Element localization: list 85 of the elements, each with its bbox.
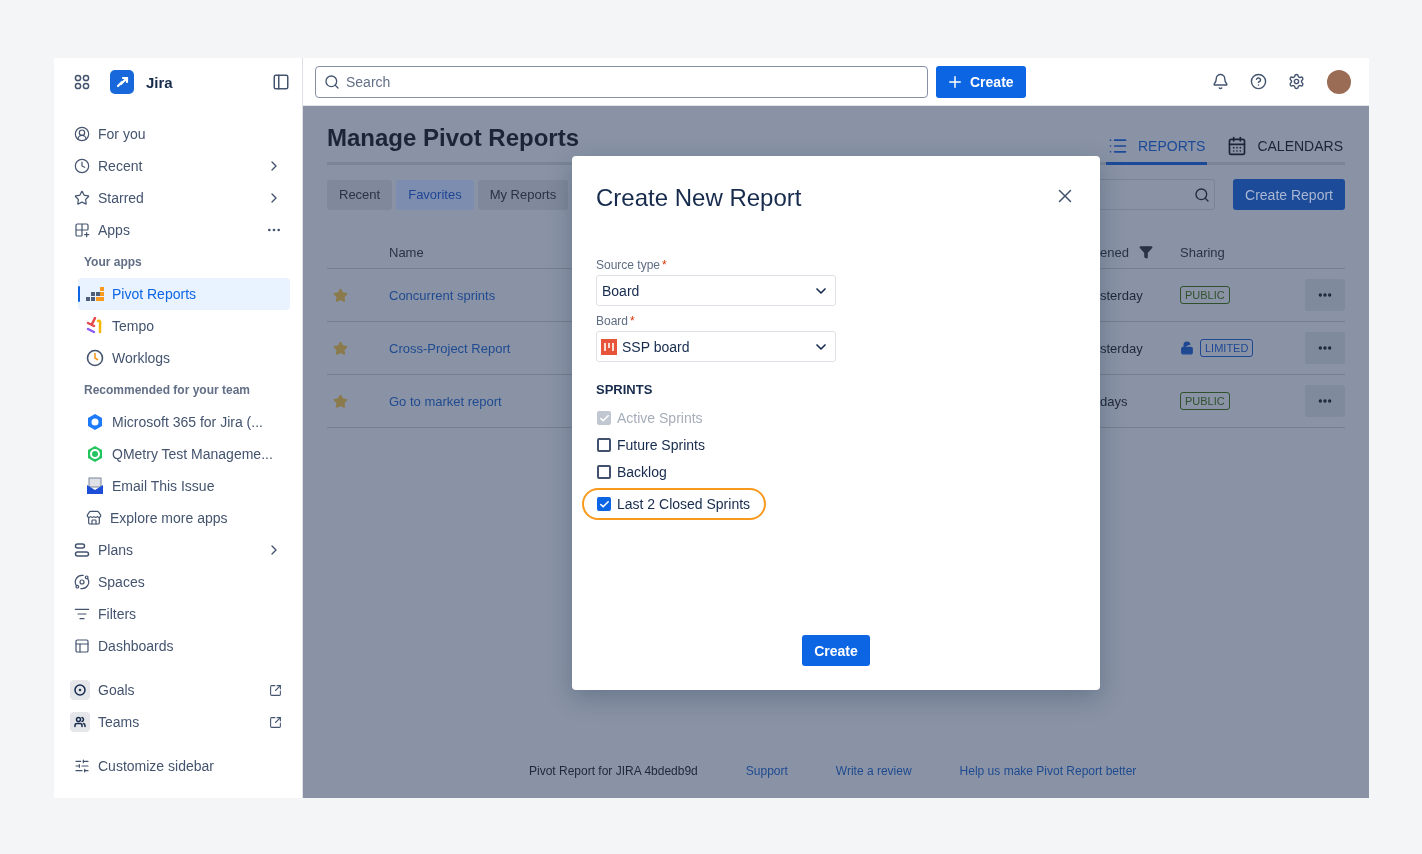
funnel-icon[interactable]	[1138, 245, 1153, 259]
column-header: Name	[389, 245, 424, 260]
sidebar-item[interactable]: Microsoft 365 for Jira (...	[78, 406, 290, 438]
clock-icon	[86, 349, 104, 367]
plans-icon	[74, 542, 90, 558]
sidebar-item[interactable]: Explore more apps	[78, 502, 290, 534]
search-icon	[324, 73, 340, 90]
table-cell: days	[1100, 393, 1128, 409]
column-header: Sharing	[1180, 244, 1225, 260]
table-cell: sterday	[1100, 340, 1143, 356]
checkbox[interactable]	[597, 438, 611, 452]
jira-logo-icon	[110, 70, 134, 94]
checkbox[interactable]	[597, 497, 611, 511]
sidebar-item[interactable]: Plans	[66, 534, 290, 566]
clock-icon	[74, 158, 90, 174]
sidebar-item[interactable]: For you	[66, 118, 290, 150]
sidebar-item[interactable]: Pivot Reports	[78, 278, 290, 310]
list-icon	[1107, 136, 1128, 156]
dashboard-icon	[74, 638, 90, 654]
footer-text: Pivot Report for JIRA 4bdedb9d	[529, 764, 698, 778]
app-name: Jira	[146, 73, 174, 91]
search-field[interactable]: Search	[315, 65, 928, 98]
bar-chart-icon	[86, 286, 104, 302]
sidebar-item[interactable]: QMetry Test Manageme...	[78, 438, 290, 470]
field-label: Source type *	[596, 258, 668, 272]
page-title: Manage Pivot Reports	[327, 124, 580, 152]
create-button[interactable]: Create	[936, 65, 1026, 98]
sidebar-item[interactable]: Apps	[66, 214, 290, 246]
collapse-sidebar-icon[interactable]	[272, 73, 290, 91]
target-icon	[74, 684, 86, 696]
board-icon	[601, 338, 617, 355]
sidebar-item[interactable]: Worklogs	[78, 342, 290, 374]
checkbox-option[interactable]: Future Sprints	[582, 434, 721, 456]
search-icon	[1194, 186, 1211, 203]
bell-icon	[1211, 73, 1229, 90]
create-report-button[interactable]: Create Report	[1233, 179, 1345, 210]
tempo-logo-icon	[86, 317, 104, 335]
star-icon[interactable]	[333, 393, 348, 409]
people-icon	[74, 716, 86, 728]
sharing-tag: PUBLIC	[1180, 286, 1230, 304]
help-icon	[1249, 73, 1267, 90]
sharing-tag: LIMITED	[1200, 339, 1254, 357]
sidebar-item[interactable]: Customize sidebar	[66, 750, 290, 782]
hexagon-logo-icon	[86, 413, 104, 431]
avatar[interactable]	[1327, 69, 1351, 94]
checkbox-option[interactable]: Last 2 Closed Sprints	[582, 488, 767, 520]
star-icon	[74, 190, 90, 206]
star-icon[interactable]	[333, 340, 348, 356]
q-logo-icon	[86, 445, 104, 463]
section-heading: SPRINTS	[596, 382, 654, 397]
create-button[interactable]: Create	[802, 635, 870, 666]
column-header: ened	[1100, 244, 1129, 260]
sidebar-item[interactable]: Filters	[66, 598, 290, 630]
checkbox-option[interactable]: Backlog	[582, 461, 683, 483]
filter-tab[interactable]: Recent	[327, 179, 393, 210]
checkbox[interactable]	[597, 465, 611, 479]
select-field[interactable]: Board	[596, 275, 836, 306]
section-heading: Your apps	[83, 254, 143, 271]
sidebar-item[interactable]: Dashboards	[66, 630, 290, 662]
planet-icon	[74, 574, 90, 590]
sidebar-item[interactable]: Recent	[66, 150, 290, 182]
sidebar-item[interactable]: Goals	[66, 674, 290, 706]
sliders-icon	[74, 758, 90, 774]
settings-icon	[1287, 73, 1305, 90]
filter-icon	[74, 606, 90, 622]
select-field[interactable]: SSP board	[596, 331, 836, 362]
sidebar-item[interactable]: Starred	[66, 182, 290, 214]
sidebar-item[interactable]: Spaces	[66, 566, 290, 598]
star-icon[interactable]	[333, 287, 348, 303]
apps-grid-icon	[74, 222, 90, 238]
filter-tab[interactable]: My Reports	[477, 179, 569, 210]
table-cell: sterday	[1100, 287, 1143, 303]
field-label: Board *	[596, 314, 636, 328]
sharing-tag: PUBLIC	[1180, 392, 1230, 410]
view-tab[interactable]: CALENDARS	[1225, 136, 1345, 165]
dialog-title: Create New Report	[596, 183, 802, 212]
store-icon	[86, 510, 102, 526]
envelope-icon	[86, 477, 104, 495]
sidebar-item[interactable]: Email This Issue	[78, 470, 290, 502]
sidebar-item[interactable]: Teams	[66, 706, 290, 738]
app-switcher-icon[interactable]	[74, 74, 90, 90]
calendar-icon	[1227, 136, 1248, 156]
sidebar-item[interactable]: Tempo	[78, 310, 290, 342]
user-icon	[74, 126, 90, 142]
section-heading: Recommended for your team	[83, 382, 252, 399]
